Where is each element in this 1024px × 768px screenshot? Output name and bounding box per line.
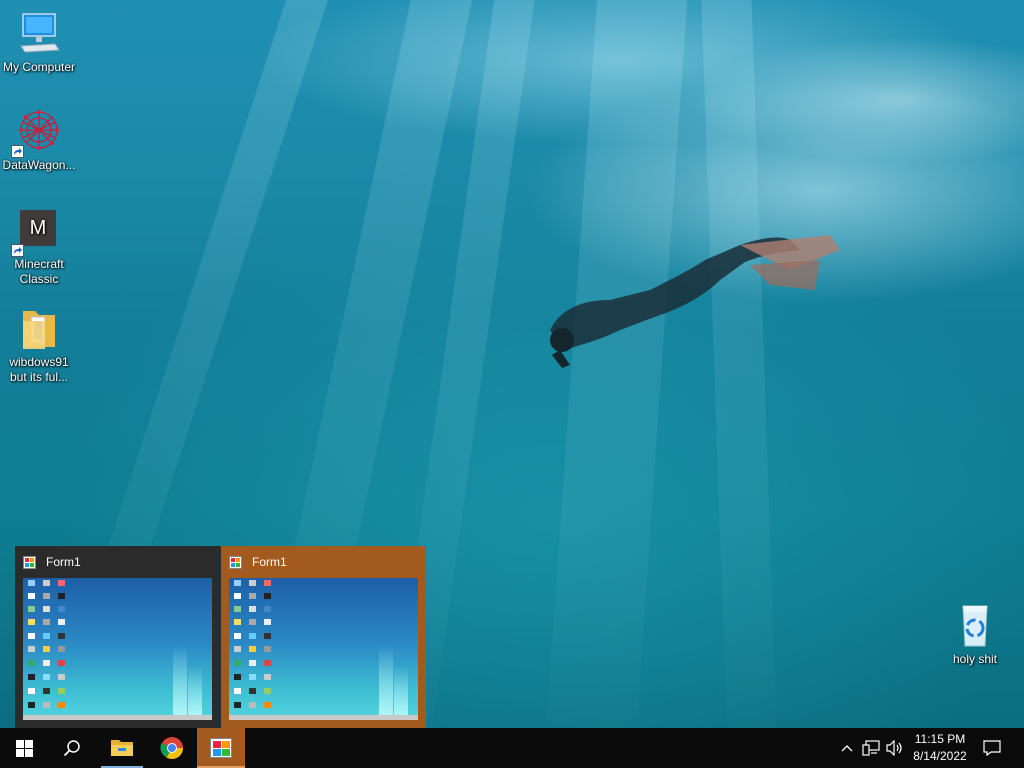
- form1-window-icon: [229, 555, 242, 569]
- action-center-icon: [983, 740, 1001, 756]
- minecraft-icon: M: [11, 207, 63, 257]
- minecraft-letter: M: [20, 210, 56, 246]
- window-preview-active[interactable]: Form1: [221, 546, 426, 728]
- thumbnail-taskbar: [229, 715, 418, 720]
- volume-button[interactable]: [884, 728, 906, 768]
- taskbar-thumbnail-previews: Form1 Form1: [15, 546, 426, 728]
- shortcut-arrow-icon: [11, 145, 24, 158]
- desktop-icon-label: My Computer: [2, 60, 76, 74]
- preview-title-bar: Form1: [23, 554, 213, 570]
- desktop-icon-my-computer[interactable]: My Computer: [0, 10, 78, 75]
- desktop-icon-minecraft-classic[interactable]: M Minecraft Classic: [0, 207, 78, 287]
- network-button[interactable]: [860, 728, 882, 768]
- taskbar-form1-app[interactable]: [197, 728, 245, 768]
- volume-icon: [886, 740, 902, 756]
- file-explorer-icon: [111, 740, 133, 756]
- desktop-icon-recycle-bin[interactable]: holy shit: [936, 602, 1014, 667]
- datawagon-icon: [11, 108, 63, 158]
- preview-title-bar: Form1: [229, 554, 418, 570]
- window-thumbnail: [23, 578, 212, 720]
- preview-title: Form1: [252, 555, 287, 569]
- chevron-up-icon: [841, 745, 853, 752]
- taskbar-chrome[interactable]: [150, 728, 194, 768]
- taskbar: 11:15 PM 8/14/2022: [0, 728, 1024, 768]
- folder-icon: [15, 305, 63, 353]
- desktop-icon-wibdows91[interactable]: wibdows91 but its ful...: [0, 305, 78, 385]
- chrome-icon: [160, 737, 183, 759]
- action-center-button[interactable]: [978, 728, 1006, 768]
- window-preview[interactable]: Form1: [15, 546, 221, 728]
- freediver-silhouette: [550, 235, 840, 368]
- taskbar-file-explorer[interactable]: [101, 728, 143, 768]
- desktop-icon-label: holy shit: [952, 652, 998, 666]
- desktop-icon-label: wibdows91 but its ful...: [9, 355, 69, 384]
- computer-icon: [15, 10, 63, 58]
- start-button[interactable]: [0, 728, 48, 768]
- window-thumbnail: [229, 578, 418, 720]
- thumbnail-taskbar: [23, 715, 212, 720]
- recycle-bin-icon: [951, 602, 999, 650]
- clock-date: 8/14/2022: [913, 749, 967, 763]
- network-icon: [862, 740, 880, 756]
- desktop-icon-label: Minecraft Classic: [14, 257, 64, 286]
- form1-app-icon: [210, 738, 232, 758]
- preview-title: Form1: [46, 555, 81, 569]
- shortcut-arrow-icon: [11, 244, 24, 257]
- form1-window-icon: [23, 555, 36, 569]
- search-button[interactable]: [48, 728, 96, 768]
- clock[interactable]: 11:15 PM 8/14/2022: [904, 731, 976, 765]
- show-hidden-icons-button[interactable]: [838, 728, 856, 768]
- windows-start-icon: [15, 739, 33, 757]
- clock-time: 11:15 PM: [914, 732, 966, 746]
- search-icon: [63, 740, 80, 757]
- desktop-icon-datawagon[interactable]: DataWagon...: [0, 108, 78, 173]
- desktop-icon-label: DataWagon...: [2, 158, 76, 172]
